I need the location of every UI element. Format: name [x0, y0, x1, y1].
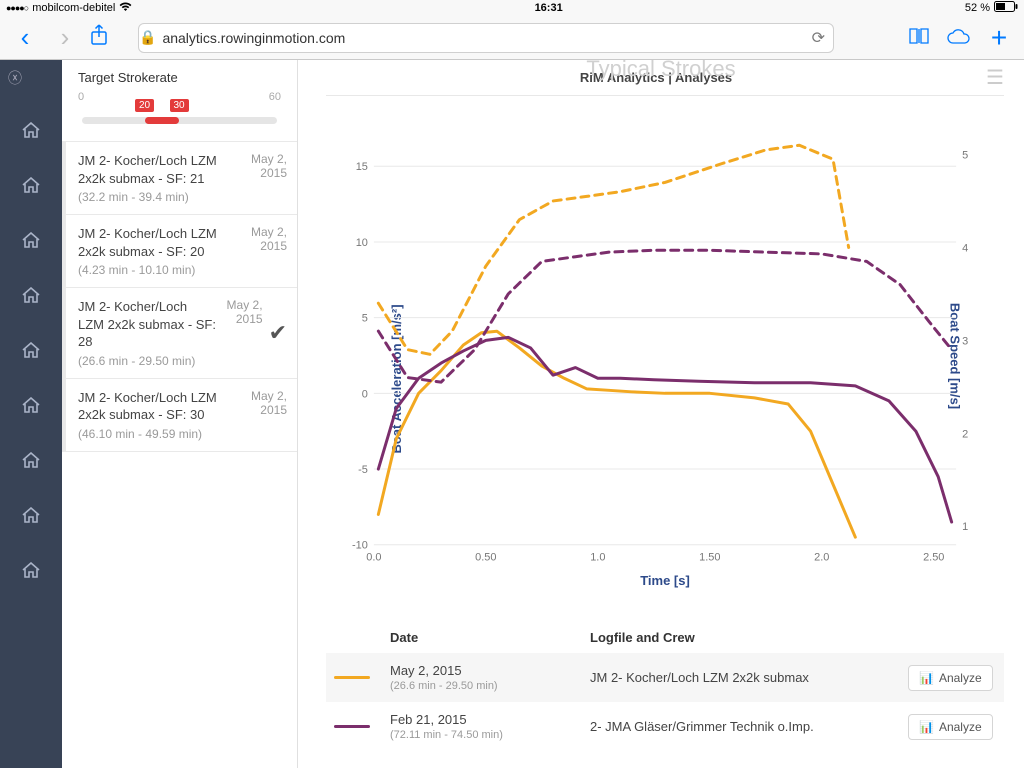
bar-chart-icon: 📊 [919, 671, 934, 685]
segment-item[interactable]: JM 2- Kocher/Loch LZM 2x2k submax - SF: … [62, 142, 297, 215]
svg-text:2.50: 2.50 [923, 552, 944, 564]
battery-label: 52 % [965, 2, 990, 14]
slider-track [82, 117, 277, 124]
row-range: (26.6 min - 29.50 min) [390, 680, 590, 692]
svg-text:5: 5 [362, 313, 368, 325]
url-label: analytics.rowinginmotion.com [162, 30, 345, 46]
lock-icon: 🔒 [139, 29, 156, 46]
segment-date: May 2, 2015 [247, 225, 287, 277]
row-range: (72.11 min - 74.50 min) [390, 729, 590, 741]
segment-panel: Target Strokerate 0 60 20 30 JM 2- Koche… [62, 60, 298, 768]
row-logfile: 2- JMA Gläser/Grimmer Technik o.Imp. [590, 719, 908, 734]
signal-dots-icon [6, 2, 28, 14]
series-swatch [334, 725, 370, 728]
nav-rail: ⓧ [0, 60, 62, 768]
safari-toolbar: ‹ › 🔒 analytics.rowinginmotion.com ⟳ + [0, 16, 1024, 60]
svg-text:-10: -10 [352, 540, 368, 552]
segment-range: (4.23 min - 10.10 min) [78, 263, 241, 277]
battery-icon [994, 1, 1018, 15]
segment-title: JM 2- Kocher/Loch LZM 2x2k submax - SF: … [78, 152, 241, 187]
slider-handle-lo[interactable]: 20 [135, 99, 154, 112]
svg-text:1.0: 1.0 [590, 552, 605, 564]
segment-date: May 2, 2015 [247, 389, 287, 441]
share-button[interactable] [90, 24, 108, 52]
check-icon: ✔ [269, 320, 287, 346]
reload-button[interactable]: ⟳ [812, 28, 833, 48]
svg-text:0.0: 0.0 [366, 552, 381, 564]
svg-text:15: 15 [356, 161, 368, 173]
segment-range: (46.10 min - 49.59 min) [78, 427, 241, 441]
svg-text:0.50: 0.50 [475, 552, 496, 564]
series-swatch [334, 676, 370, 679]
strokerate-slider[interactable]: 0 60 20 30 [78, 91, 281, 137]
segment-list: JM 2- Kocher/Loch LZM 2x2k submax - SF: … [62, 141, 297, 768]
rail-item-9[interactable] [22, 562, 40, 583]
col-logfile: Logfile and Crew [590, 630, 908, 645]
segment-date: May 2, 2015 [247, 152, 287, 204]
table-row: Feb 21, 2015 (72.11 min - 74.50 min) 2- J… [326, 702, 1004, 751]
rail-item-6[interactable] [22, 397, 40, 418]
forward-button[interactable]: › [50, 22, 80, 53]
row-date: Feb 21, 2015 [390, 712, 590, 727]
slider-max: 60 [269, 91, 281, 103]
close-overlay-button[interactable]: ⓧ [0, 68, 62, 88]
svg-text:-5: -5 [358, 464, 368, 476]
address-bar[interactable]: 🔒 analytics.rowinginmotion.com ⟳ [138, 23, 834, 53]
segment-item[interactable]: JM 2- Kocher/Loch LZM 2x2k submax - SF: … [62, 379, 297, 452]
reader-icon[interactable] [904, 25, 934, 51]
rail-item-2[interactable] [22, 177, 40, 198]
rail-item-8[interactable] [22, 507, 40, 528]
slider-label: Target Strokerate [78, 70, 281, 85]
segment-date: May 2, 2015 [223, 298, 263, 368]
segment-range: (32.2 min - 39.4 min) [78, 190, 241, 204]
svg-text:1.50: 1.50 [699, 552, 720, 564]
typical-stroke-chart: Boat Acceleration [m/s²] Boat Speed [m/s… [326, 126, 1004, 586]
svg-text:10: 10 [356, 237, 368, 249]
rail-item-7[interactable] [22, 452, 40, 473]
ios-status-bar: mobilcom-debitel 16:31 52 % [0, 0, 1024, 16]
main-content: Typical Strokes RiM Analytics | Analyses… [298, 60, 1024, 768]
analyze-label: Analyze [939, 671, 982, 685]
bar-chart-icon: 📊 [919, 720, 934, 734]
svg-text:2: 2 [962, 428, 968, 440]
rail-home-icon[interactable] [22, 122, 40, 143]
rail-item-5[interactable] [22, 342, 40, 363]
segment-title: JM 2- Kocher/Loch LZM 2x2k submax - SF: … [78, 225, 241, 260]
segment-item[interactable]: JM 2- Kocher/Loch LZM 2x2k submax - SF: … [62, 288, 297, 379]
svg-text:3: 3 [962, 335, 968, 347]
row-date: May 2, 2015 [390, 663, 590, 678]
segment-title: JM 2- Kocher/Loch LZM 2x2k submax - SF: … [78, 389, 241, 424]
wifi-icon [119, 2, 132, 15]
segment-title: JM 2- Kocher/Loch LZM 2x2k submax - SF: … [78, 298, 217, 351]
page-title: RiM Analytics | Analyses [580, 70, 732, 85]
table-row: May 2, 2015 (26.6 min - 29.50 min) JM 2- … [326, 653, 1004, 702]
row-logfile: JM 2- Kocher/Loch LZM 2x2k submax [590, 670, 908, 685]
analyze-label: Analyze [939, 720, 982, 734]
back-button[interactable]: ‹ [10, 22, 40, 53]
segment-item[interactable]: JM 2- Kocher/Loch LZM 2x2k submax - SF: … [62, 215, 297, 288]
new-tab-button[interactable]: + [984, 22, 1014, 54]
menu-icon[interactable]: ☰ [986, 65, 1004, 90]
segment-range: (26.6 min - 29.50 min) [78, 354, 217, 368]
chart-svg: -10 -5 0 5 10 15 1 2 3 4 5 0.0 0.50 1.0 1.50 2.0 2.50 [326, 126, 1004, 585]
svg-text:0: 0 [362, 388, 368, 400]
rail-item-4[interactable] [22, 287, 40, 308]
carrier-label: mobilcom-debitel [32, 2, 115, 14]
analyze-button[interactable]: 📊 Analyze [908, 665, 993, 691]
rail-item-3[interactable] [22, 232, 40, 253]
slider-fill [145, 117, 180, 124]
svg-text:5: 5 [962, 150, 968, 162]
clock-label: 16:31 [535, 2, 563, 14]
slider-min: 0 [78, 91, 84, 103]
svg-text:4: 4 [962, 242, 968, 254]
col-date: Date [390, 630, 590, 645]
close-icon: ⓧ [8, 68, 22, 88]
analyze-button[interactable]: 📊 Analyze [908, 714, 993, 740]
svg-text:2.0: 2.0 [814, 552, 829, 564]
icloud-icon[interactable] [944, 25, 974, 51]
logfile-table: Date Logfile and Crew May 2, 2015 (26.6 m… [326, 622, 1004, 751]
svg-text:1: 1 [962, 521, 968, 533]
slider-handle-hi[interactable]: 30 [170, 99, 189, 112]
